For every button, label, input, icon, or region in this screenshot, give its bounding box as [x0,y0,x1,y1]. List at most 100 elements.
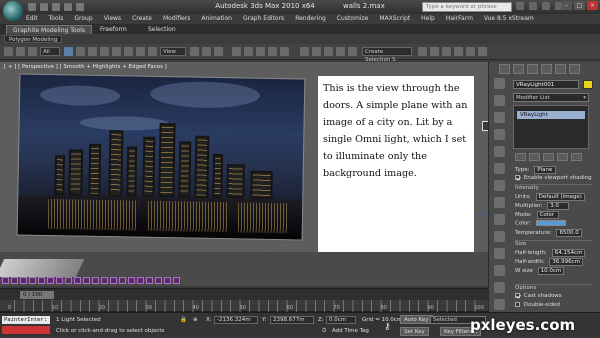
torus-icon[interactable] [494,146,505,157]
menu-rendering[interactable]: Rendering [295,14,326,24]
named-selection-sets-dropdown[interactable]: Create Selection S [362,47,412,63]
manipulate-icon[interactable] [202,47,211,56]
curve-editor-icon[interactable] [348,47,357,56]
binoculars-icon[interactable] [516,2,524,10]
menu-create[interactable]: Create [132,14,152,24]
scale-flyout-icon[interactable] [148,47,157,56]
tab-freeform[interactable]: Freeform [94,25,133,34]
create-tab-icon[interactable] [499,64,510,74]
half-length-spinner[interactable]: 64.154cm [551,249,586,257]
app-logo-button[interactable] [3,1,23,21]
modifier-stack[interactable]: VRayLight [513,105,589,149]
menu-maxscript[interactable]: MAXScript [379,14,410,24]
pin-stack-icon[interactable] [515,153,526,161]
cast-shadows-checkbox[interactable] [515,293,520,298]
star-icon[interactable] [542,2,550,10]
light-color-swatch[interactable] [535,220,566,226]
select-scale-icon[interactable] [136,47,145,56]
y-coordinate-field[interactable]: 2398.677m [270,316,314,324]
material-editor-icon[interactable] [430,47,439,56]
layer-manager-icon[interactable] [324,47,333,56]
temperature-spinner[interactable]: 6500.0 [556,229,582,237]
render-setup-icon[interactable] [442,47,451,56]
multiplier-spinner[interactable]: 3.0 [547,202,570,210]
angle-snap-icon[interactable] [244,47,253,56]
selection-region-icon[interactable] [88,47,97,56]
track-bar[interactable]: 0 10 20 30 40 50 60 70 80 90 100 [0,300,488,312]
time-tag-icon[interactable]: ⏱ [322,328,326,335]
make-unique-icon[interactable] [543,153,554,161]
configure-sets-icon[interactable] [571,153,582,161]
subscription-icon[interactable] [529,2,537,10]
maxscript-output-field[interactable] [2,326,50,334]
hierarchy-tab-icon[interactable] [527,64,538,74]
minimize-button[interactable]: – [561,1,572,10]
add-time-tag-text[interactable]: Add Time Tag [332,328,369,334]
snaps-toggle-icon[interactable] [232,47,241,56]
select-object-icon[interactable] [64,47,73,56]
teapot-icon[interactable] [494,163,505,174]
capsule-icon[interactable] [494,265,505,276]
window-crossing-icon[interactable] [100,47,109,56]
select-rotate-icon[interactable] [124,47,133,56]
mirror-icon[interactable] [300,47,309,56]
schematic-view-icon[interactable] [418,47,427,56]
quick-render-icon[interactable] [478,47,487,56]
polygon-modeling-panel[interactable]: Polygon Modeling [4,35,63,43]
auto-key-button[interactable]: Auto Key [400,315,433,324]
box-icon[interactable] [494,112,505,123]
hedra-icon[interactable] [494,248,505,259]
link-icon[interactable] [28,47,37,56]
units-dropdown[interactable]: Default (image) [535,193,585,201]
double-sided-checkbox[interactable] [515,302,520,307]
tab-graphite-modeling-tools[interactable]: Graphite Modeling Tools [6,25,93,34]
menu-help[interactable]: Help [421,14,435,24]
spindle-icon[interactable] [494,282,505,293]
cylinder-icon[interactable] [494,95,505,106]
intensity-section-header[interactable]: Intensity [515,184,593,191]
set-key-button[interactable]: Set Key [400,327,429,336]
menu-group[interactable]: Group [74,14,92,24]
help-search-input[interactable]: Type a keyword or phrase [422,2,512,12]
graphite-toggle-icon[interactable] [336,47,345,56]
select-move-icon[interactable] [112,47,121,56]
pyramid-icon[interactable] [494,214,505,225]
pivot-center-icon[interactable] [190,47,199,56]
spinner-snap-icon[interactable] [268,47,277,56]
absolute-mode-icon[interactable]: ⊕ [193,317,198,323]
options-section-header[interactable]: Options [515,284,593,291]
percent-snap-icon[interactable] [256,47,265,56]
remove-modifier-icon[interactable] [557,153,568,161]
perspective-viewport[interactable]: [ + ] [ Perspective ] [ Smooth + Highlig… [0,62,488,286]
rendered-frame-window-icon[interactable] [454,47,463,56]
menu-animation[interactable]: Animation [201,14,232,24]
redo-tool-icon[interactable] [16,47,25,56]
menu-vue-xstream[interactable]: Vue 8.5 xStream [484,14,534,24]
stack-item-vraylight[interactable]: VRayLight [517,111,585,119]
x-coordinate-field[interactable]: -2136.324m [214,316,258,324]
undo-tool-icon[interactable] [4,47,13,56]
time-slider[interactable]: 0 / 100 [0,288,488,300]
mode-dropdown[interactable]: Color [536,211,559,219]
tab-selection[interactable]: Selection [142,25,182,34]
menu-modifiers[interactable]: Modifiers [163,14,190,24]
select-by-name-icon[interactable] [76,47,85,56]
menu-graph-editors[interactable]: Graph Editors [243,14,284,24]
align-icon[interactable] [312,47,321,56]
lock-selection-icon[interactable]: 🔒 [180,317,187,323]
selection-filter-dropdown[interactable]: All [40,47,60,56]
menu-hairfarm[interactable]: HairFarm [446,14,473,24]
maximize-button[interactable]: □ [574,1,585,10]
display-tab-icon[interactable] [555,64,566,74]
key-icon[interactable]: ⚷ [384,322,391,332]
size-section-header[interactable]: Size [515,240,593,247]
render-production-icon[interactable] [466,47,475,56]
tube-icon[interactable] [494,197,505,208]
time-slider-handle[interactable]: 0 / 100 [20,291,54,299]
half-width-spinner[interactable]: 36.996cm [549,258,584,266]
reference-coord-dropdown[interactable]: View [160,47,186,56]
close-button[interactable]: × [587,1,598,10]
edit-named-selection-icon[interactable] [280,47,289,56]
menu-customize[interactable]: Customize [337,14,369,24]
plane-icon[interactable] [494,180,505,191]
